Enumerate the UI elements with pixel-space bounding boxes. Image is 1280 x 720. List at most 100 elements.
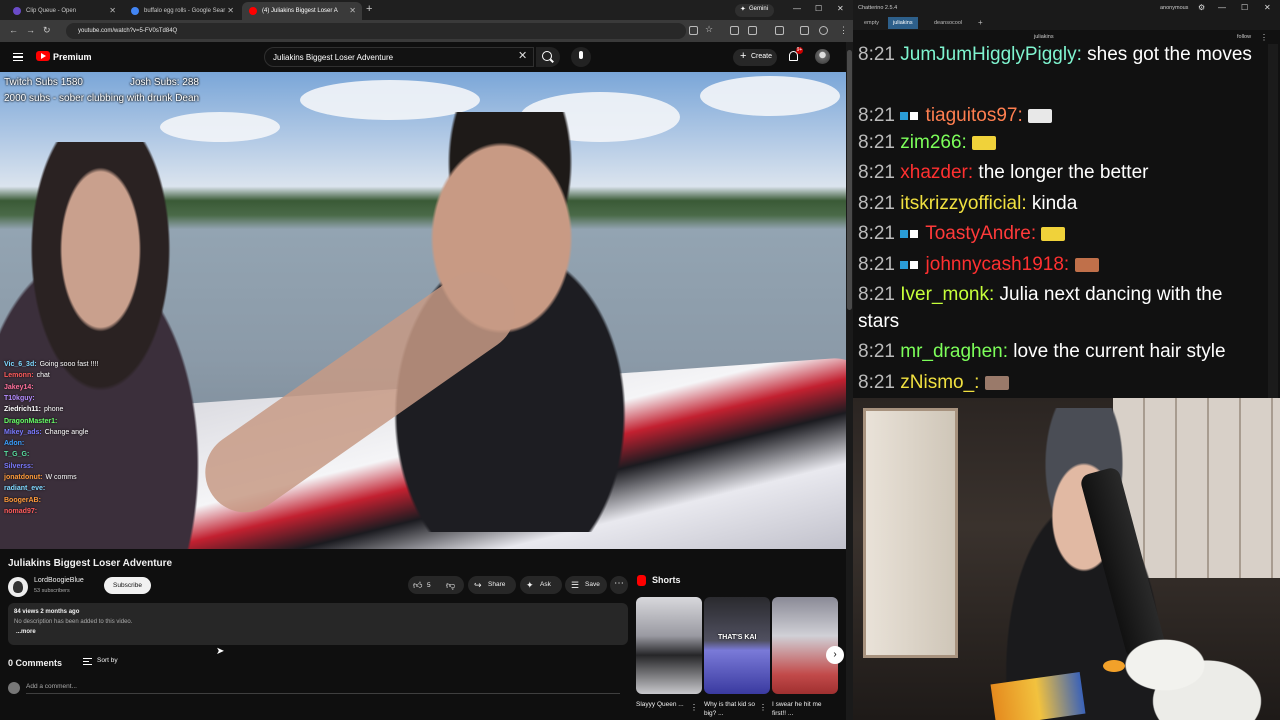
subscribe-button[interactable]: Subscribe [104,577,151,594]
search-input[interactable]: Juliakins Biggest Loser Adventure [264,47,534,67]
save-button[interactable]: ☰ Save [565,576,607,594]
hamburger-menu-icon[interactable] [13,53,23,61]
short-thumbnail-2[interactable]: THAT'S KAI [704,597,770,694]
stream-chat-line: Silverss: [4,463,36,470]
chat-timestamp: 8:21 [858,132,895,153]
share-button[interactable]: ↪ Share [468,576,516,594]
comment-input-underline [26,693,620,694]
close-tab-icon[interactable]: ✕ [349,6,356,15]
maximize-icon[interactable]: ☐ [1241,3,1248,12]
bookmark-star-icon[interactable]: ☆ [705,24,713,35]
short-title-1[interactable]: Slayyy Queen ... [636,700,692,709]
chat-tab-empty[interactable]: empty [859,17,884,29]
account-avatar[interactable] [815,49,830,64]
thumbs-up-icon[interactable]: 👍︎ [413,581,422,590]
mouse-cursor-icon: ➤ [216,646,225,657]
chat-badge-icon[interactable] [910,111,919,120]
puzzle-icon[interactable] [748,26,757,35]
close-tab-icon[interactable]: ✕ [227,6,234,15]
short-thumbnail-1[interactable] [636,597,702,694]
channel-avatar[interactable] [8,577,28,597]
sort-by-button[interactable]: Sort by [97,657,118,664]
maximize-icon[interactable]: ☐ [815,4,822,13]
back-arrow-icon[interactable]: ← [9,25,18,35]
short-title-2[interactable]: Why is that kid so big? ... [704,700,760,718]
shorts-next-arrow-icon[interactable]: › [826,646,844,664]
sidebar-icon[interactable] [775,26,784,35]
new-tab-icon[interactable]: + [366,3,372,15]
follow-button[interactable]: follow [1237,34,1251,40]
more-actions-icon[interactable]: ⋯ [610,576,628,594]
short-thumbnail-3[interactable] [772,597,838,694]
chat-username[interactable]: ToastyAndre: [925,223,1036,244]
stream-chat-username: radiant_eve: [4,485,46,493]
reload-icon[interactable]: ↻ [43,25,51,36]
chat-badge-icon[interactable] [900,229,909,238]
tab-google-search[interactable]: buffalo egg rolls - Google Sear ✕ [124,2,240,20]
voice-search-icon[interactable] [571,47,591,67]
clear-search-icon[interactable]: ✕ [518,51,527,62]
extension-icon[interactable] [730,26,739,35]
browser-menu-icon[interactable]: ⋮ [839,25,848,36]
forward-arrow-icon[interactable]: → [26,25,35,35]
chat-badge-icon[interactable] [910,260,919,269]
chat-username[interactable]: zNismo_: [900,372,979,393]
thumbs-down-icon[interactable]: 👎︎ [446,581,455,590]
minimize-icon[interactable]: — [1218,3,1226,12]
stream-chat-line: Vic_6_3d: Going sooo fast !!!! [4,361,98,368]
short-menu-icon[interactable]: ⋮ [759,703,767,712]
create-button[interactable]: Create [733,49,777,66]
chat-username[interactable]: JumJumHigglyPiggly: [900,44,1082,65]
chat-username[interactable]: tiaguitos97: [926,105,1023,126]
tab-youtube[interactable]: (4) Juliakins Biggest Loser A ✕ [242,2,362,20]
description-more-link[interactable]: ...more [16,629,36,635]
chat-username[interactable]: xhazder: [900,162,973,183]
close-window-icon[interactable]: ✕ [1264,3,1271,12]
video-player[interactable]: Twitch Subs 1580 Josh Subs: 288 2000 sub… [0,72,846,549]
close-window-icon[interactable]: ✕ [837,4,844,13]
add-comment-input[interactable]: Add a comment... [26,683,77,690]
stream-chat-username: T10kguy: [4,394,35,402]
chat-timestamp: 8:21 [858,44,895,65]
youtube-premium-label[interactable]: Premium [53,52,92,62]
downloads-icon[interactable] [800,26,809,35]
scrollbar-thumb[interactable] [847,50,852,310]
sort-icon[interactable] [83,658,92,665]
chat-text: shes got the moves [1087,44,1252,65]
minimize-icon[interactable]: — [793,4,801,13]
chat-username[interactable]: mr_draghen: [900,341,1008,362]
chat-timestamp: 8:21 [858,341,895,362]
search-button[interactable] [536,47,560,67]
sub-goal-overlay: 2000 subs - sober clubbing with drunk De… [4,93,200,104]
youtube-logo-icon[interactable] [36,51,50,61]
chat-badge-icon[interactable] [900,260,909,269]
cast-icon[interactable] [689,26,698,35]
chat-message: 8:21 zNismo_: [858,369,1263,396]
url-field[interactable]: youtube.com/watch?v=5-FV0sTd84Q [66,23,686,39]
stream-chat-username: Adon: [4,440,25,448]
chat-username[interactable]: johnnycash1918: [926,254,1070,275]
gemini-button[interactable]: Gemini [735,4,775,17]
short-title-3[interactable]: I swear he hit me first!! ... [772,700,828,718]
channel-name[interactable]: LordBoogieBlue [34,577,84,584]
close-tab-icon[interactable]: ✕ [109,6,116,15]
add-chat-tab-icon[interactable]: + [973,17,988,29]
chat-tab-juliakins[interactable]: juliakins [888,17,918,29]
ask-button[interactable]: ✦ Ask [520,576,562,594]
chat-scrollbar[interactable] [1268,44,1278,398]
settings-gear-icon[interactable]: ⚙ [1198,3,1205,12]
chatterino-titlebar [853,0,1280,16]
chat-username[interactable]: zim266: [900,132,967,153]
tab-clip-queue[interactable]: Clip Queue - Open ✕ [6,2,122,20]
chat-badge-icon[interactable] [900,111,909,120]
chat-timestamp: 8:21 [858,372,895,393]
chat-username[interactable]: Iver_monk: [900,284,994,305]
subscriber-count: 53 subscribers [34,588,70,594]
profile-icon[interactable] [819,26,828,35]
chat-badge-icon[interactable] [910,229,919,238]
stream-chat-username: Vic_6_3d: [4,361,37,368]
chat-tab-deansocool[interactable]: deansocool [929,17,967,29]
chatterino-account[interactable]: anonymous [1160,5,1188,11]
chat-username[interactable]: itskrizzyofficial: [900,193,1026,214]
short-menu-icon[interactable]: ⋮ [690,703,698,712]
